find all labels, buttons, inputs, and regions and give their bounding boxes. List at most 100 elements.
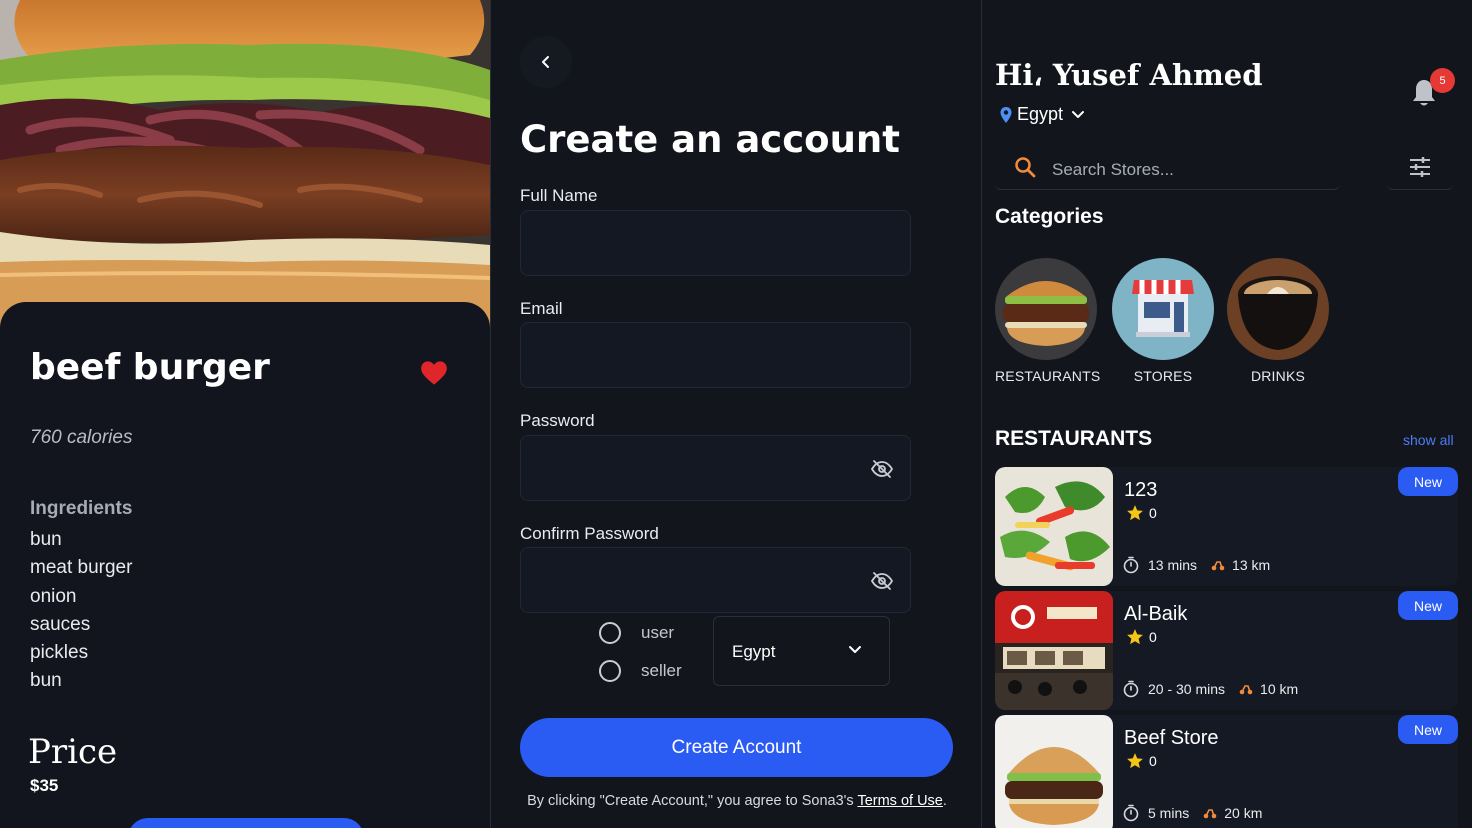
timer-icon [1123,556,1139,574]
rating-value: 0 [1149,753,1157,769]
chevron-down-icon [1072,110,1085,118]
search-icon [1015,157,1036,178]
category-restaurants[interactable]: RESTAURANTS [995,258,1101,384]
location-pin-icon [1000,106,1012,123]
eye-off-icon[interactable] [870,457,894,481]
chevron-left-icon [542,56,549,68]
terms-of-use-link[interactable]: Terms of Use [857,793,942,809]
delivery-time: 5 mins [1148,805,1190,821]
create-account-button[interactable]: Create Account [520,718,953,777]
ingredient-item: bun [30,670,62,692]
password-label: Password [520,411,595,430]
restaurant-card[interactable]: Beef Store 0 5 mins 20 km New [995,715,1458,828]
ingredients-list: bun meat burger onion sauces pickles bun [30,526,132,696]
terms-text: By clicking "Create Account," you agree … [527,792,947,810]
restaurant-name: Beef Store [1124,727,1219,749]
new-badge: New [1398,467,1458,496]
terms-suffix: . [942,793,947,809]
radio-button[interactable] [599,622,621,644]
scooter-icon [1211,561,1225,571]
terms-prefix: By clicking "Create Account," you agree … [527,793,858,809]
confirm-password-field[interactable] [520,547,911,613]
favorite-heart-icon[interactable] [420,360,448,386]
restaurant-name: Al-Baik [1124,603,1188,625]
price-value: $35 [30,776,59,795]
product-detail-screen: beef burger 760 calories Ingredients bun… [0,0,490,828]
role-option-user[interactable]: user [599,622,674,644]
category-label: RESTAURANTS [995,368,1101,384]
calories-text: 760 calories [30,427,133,448]
eye-off-icon[interactable] [870,569,894,593]
category-label: STORES [1133,368,1193,384]
storefront-icon [1112,258,1214,360]
radio-button[interactable] [599,660,621,682]
distance: 20 km [1224,805,1263,821]
email-label: Email [520,299,563,318]
delivery-time: 13 mins [1148,557,1198,573]
home-screen: Hi، Yusef Ahmed Egypt 5 Search Stores...… [982,0,1472,828]
burger-image [995,258,1097,360]
restaurant-meta: 13 mins 13 km [1123,556,1270,574]
scooter-icon [1239,685,1253,695]
page-title: Create an account [520,118,900,161]
timer-icon [1123,804,1139,822]
full-name-field[interactable] [520,210,911,276]
restaurant-name: 123 [1124,479,1158,501]
scooter-icon [1203,809,1217,819]
role-option-seller[interactable]: seller [599,660,682,682]
rating-value: 0 [1149,505,1157,521]
restaurant-image [995,467,1113,586]
new-badge: New [1398,591,1458,620]
email-field[interactable] [520,322,911,388]
notification-badge: 5 [1430,68,1455,93]
restaurants-heading: RESTAURANTS [995,427,1153,450]
search-input[interactable]: Search Stores... [1052,160,1174,180]
search-bar[interactable]: Search Stores... [995,144,1340,190]
restaurant-rating: 0 [1126,752,1157,770]
full-name-label: Full Name [520,186,598,205]
country-select[interactable]: Egypt [713,616,890,686]
restaurant-meta: 5 mins 20 km [1123,804,1262,822]
categories-heading: Categories [995,205,1104,228]
location-selector[interactable]: Egypt [999,104,1085,125]
rating-value: 0 [1149,629,1157,645]
restaurant-image [995,715,1113,828]
restaurant-meta: 20 - 30 mins 10 km [1123,680,1298,698]
role-label: seller [641,661,682,680]
location-text: Egypt [1017,104,1064,124]
confirm-password-label: Confirm Password [520,524,659,543]
chevron-down-icon [849,646,861,653]
product-hero-image [0,0,490,330]
delivery-time: 20 - 30 mins [1148,681,1226,697]
price-label: Price [28,732,118,772]
greeting-title: Hi، Yusef Ahmed [995,58,1263,92]
category-drinks[interactable]: DRINKS [1227,258,1329,384]
product-title: beef burger [30,347,270,388]
restaurant-image [995,591,1113,710]
ingredient-item: bun [30,529,62,550]
password-field[interactable] [520,435,911,501]
distance: 10 km [1260,681,1299,697]
show-all-link[interactable]: show all [1403,432,1454,448]
star-icon [1127,629,1143,645]
timer-icon [1123,680,1139,698]
star-icon [1127,753,1143,769]
add-to-cart-button[interactable] [128,818,364,828]
distance: 13 km [1232,557,1271,573]
restaurant-rating: 0 [1126,628,1157,646]
restaurant-rating: 0 [1126,504,1157,522]
ingredient-item: onion [30,585,77,607]
category-label: DRINKS [1250,368,1306,384]
ingredient-item: meat burger [30,557,133,579]
ingredients-heading: Ingredients [30,498,133,519]
product-detail-card: beef burger 760 calories Ingredients bun… [0,302,490,828]
filter-button[interactable] [1387,144,1453,190]
restaurant-card[interactable]: 123 0 13 mins 13 km New [995,467,1458,586]
country-value: Egypt [732,642,776,661]
restaurant-card[interactable]: Al-Baik 0 20 - 30 mins 10 km New [995,591,1458,710]
ingredient-item: sauces [30,613,91,635]
category-stores[interactable]: STORES [1112,258,1214,384]
new-badge: New [1398,715,1458,744]
role-label: user [641,623,675,642]
back-button[interactable] [520,36,572,88]
